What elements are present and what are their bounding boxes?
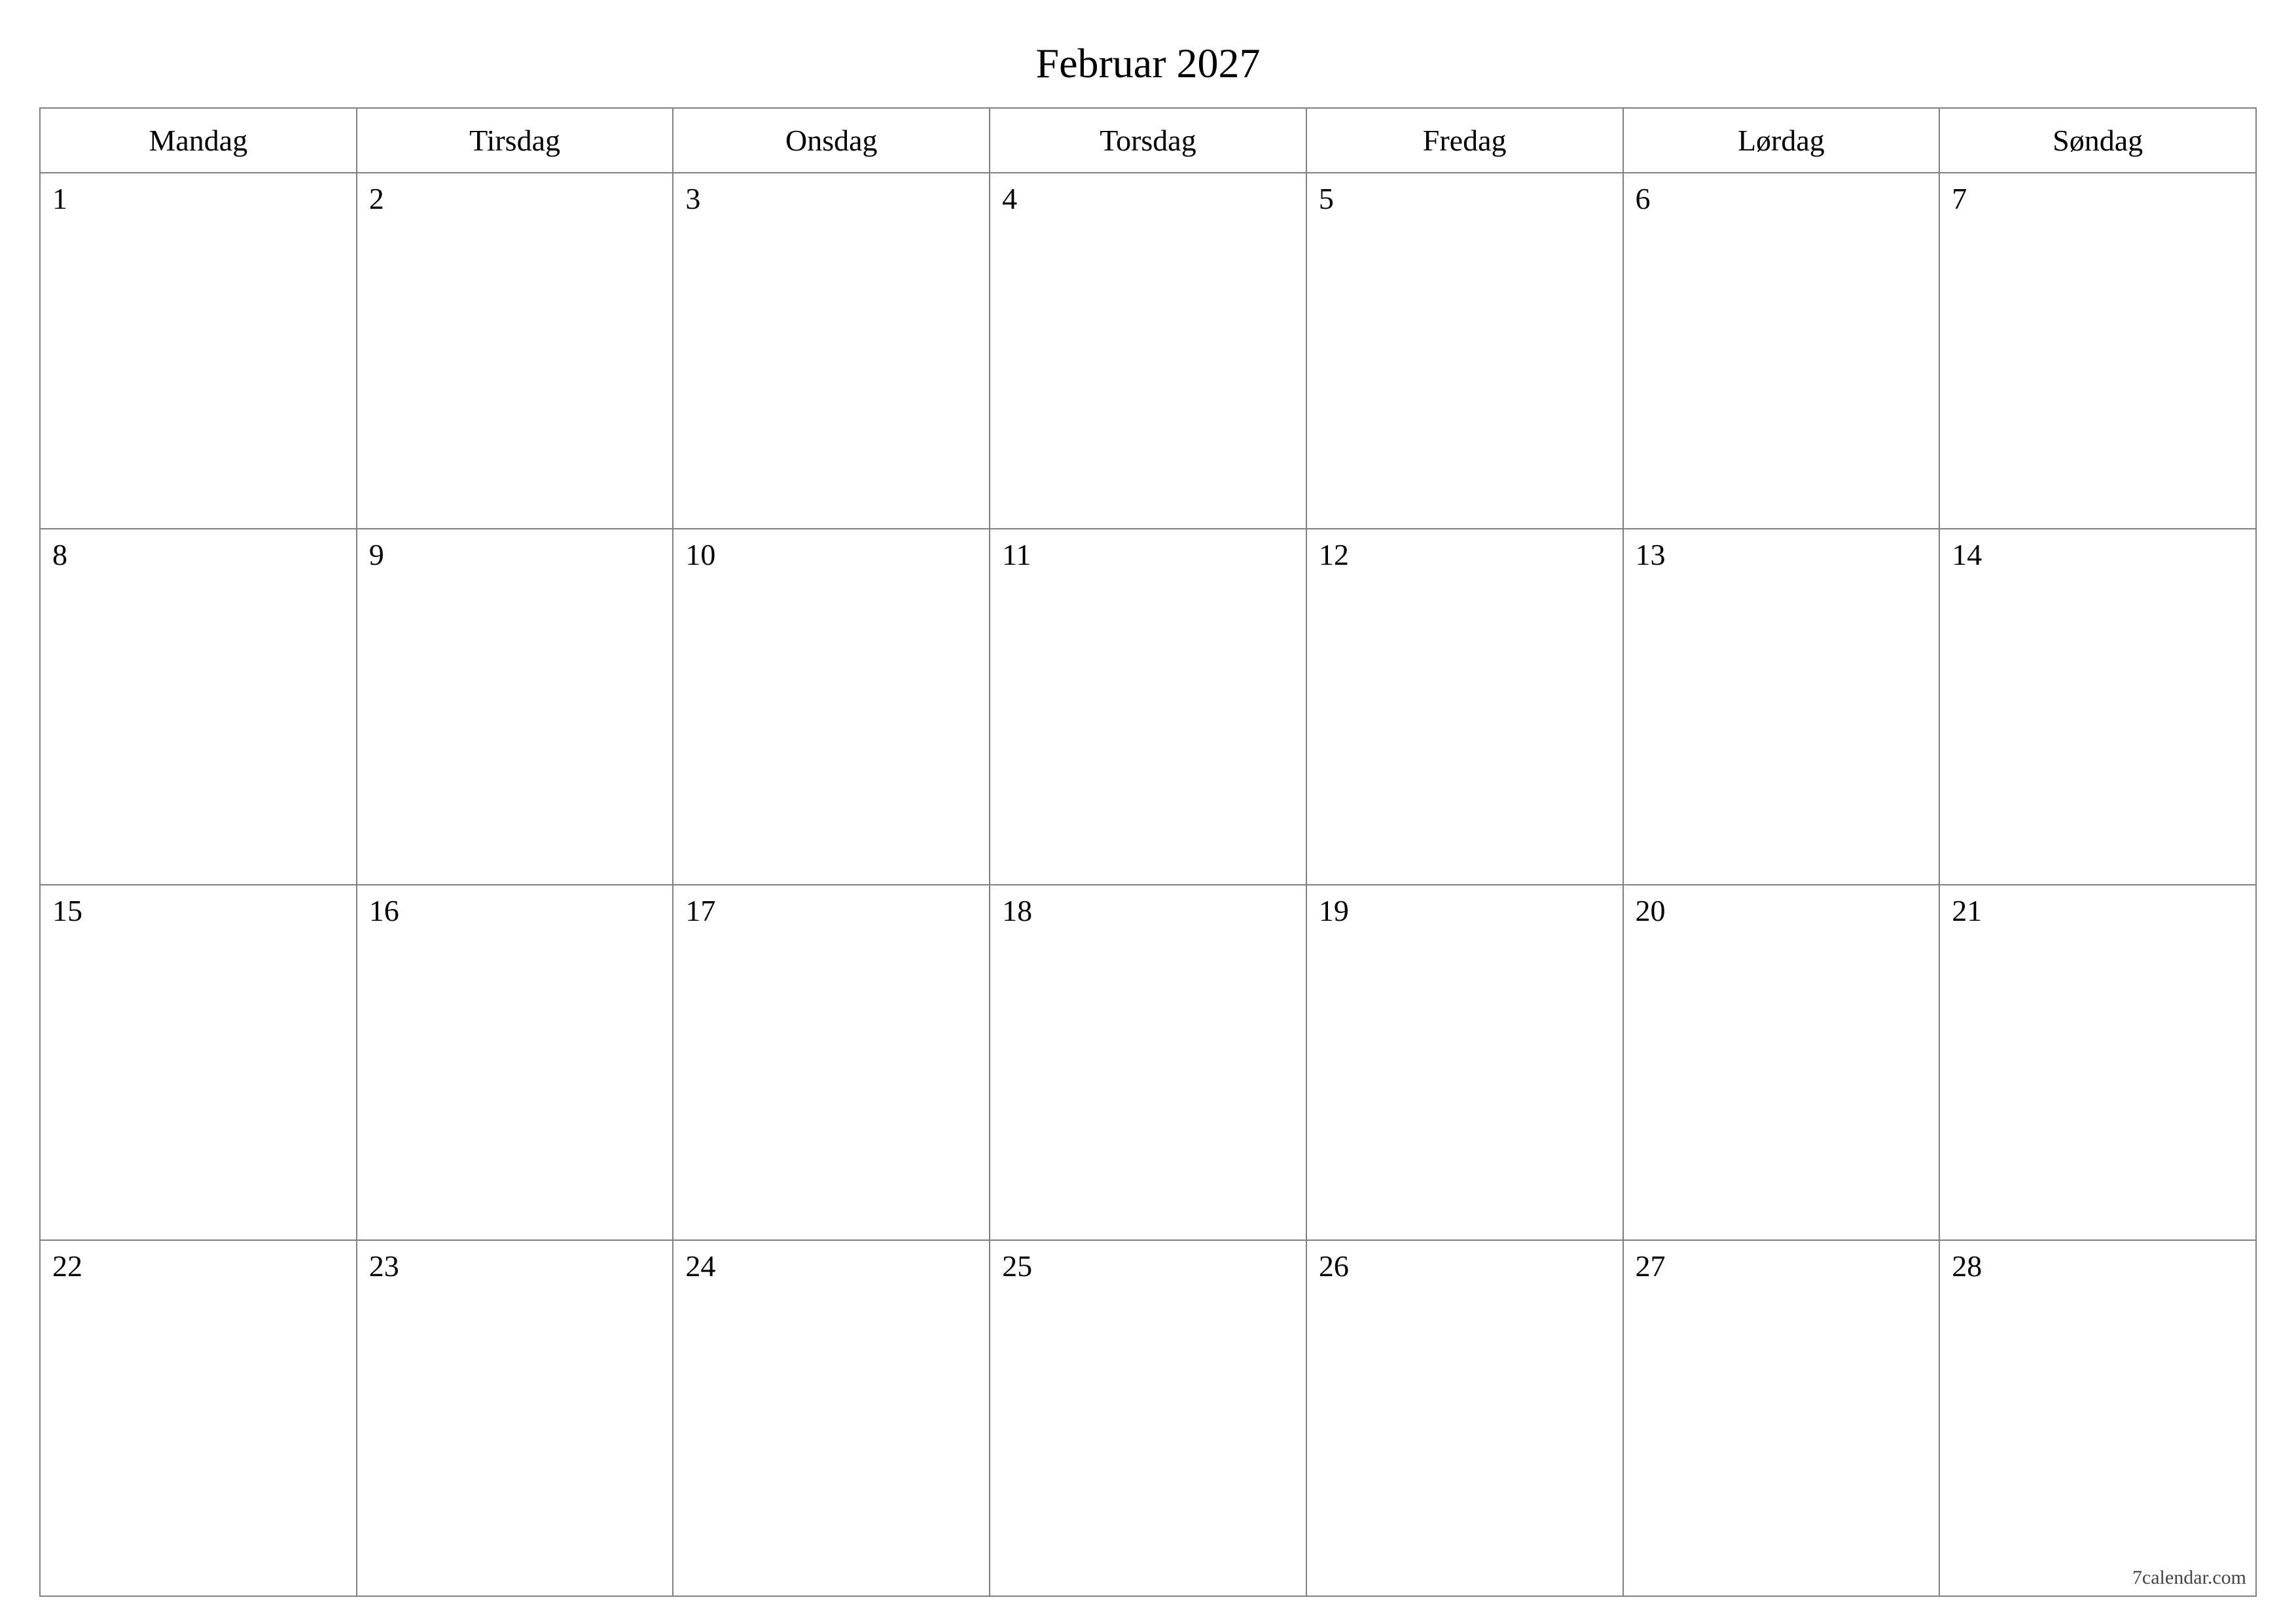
day-cell: 14 [1939, 529, 2256, 885]
weekday-header-row: Mandag Tirsdag Onsdag Torsdag Fredag Lør… [40, 108, 2256, 173]
weekday-header: Onsdag [673, 108, 990, 173]
day-number: 13 [1636, 537, 1666, 572]
day-cell: 13 [1623, 529, 1940, 885]
day-number: 20 [1636, 893, 1666, 928]
day-cell: 24 [673, 1240, 990, 1596]
week-row: 22 23 24 25 26 27 28 7calendar.com [40, 1240, 2256, 1596]
weekday-header: Torsdag [990, 108, 1306, 173]
day-number: 7 [1952, 181, 1967, 216]
day-cell: 19 [1306, 885, 1623, 1241]
day-number: 26 [1319, 1249, 1349, 1283]
day-number: 19 [1319, 893, 1349, 928]
day-cell: 23 [357, 1240, 673, 1596]
day-number: 17 [685, 893, 715, 928]
day-number: 9 [369, 537, 384, 572]
day-cell: 22 [40, 1240, 357, 1596]
calendar-table: Mandag Tirsdag Onsdag Torsdag Fredag Lør… [39, 107, 2257, 1597]
day-number: 18 [1002, 893, 1032, 928]
week-row: 1 2 3 4 5 6 7 [40, 173, 2256, 529]
day-number: 11 [1002, 537, 1031, 572]
day-number: 25 [1002, 1249, 1032, 1283]
day-number: 8 [52, 537, 67, 572]
day-cell: 25 [990, 1240, 1306, 1596]
day-cell: 20 [1623, 885, 1940, 1241]
day-cell: 4 [990, 173, 1306, 529]
day-number: 5 [1319, 181, 1334, 216]
day-number: 10 [685, 537, 715, 572]
day-cell: 10 [673, 529, 990, 885]
day-number: 3 [685, 181, 700, 216]
day-cell: 26 [1306, 1240, 1623, 1596]
day-number: 23 [369, 1249, 399, 1283]
day-number: 6 [1636, 181, 1651, 216]
day-number: 21 [1952, 893, 1982, 928]
day-cell: 21 [1939, 885, 2256, 1241]
day-number: 4 [1002, 181, 1017, 216]
footer-credit: 7calendar.com [2132, 1567, 2246, 1589]
weekday-header: Tirsdag [357, 108, 673, 173]
day-cell: 5 [1306, 173, 1623, 529]
day-number: 12 [1319, 537, 1349, 572]
day-cell: 17 [673, 885, 990, 1241]
weekday-header: Fredag [1306, 108, 1623, 173]
calendar-title: Februar 2027 [39, 39, 2257, 88]
day-number: 16 [369, 893, 399, 928]
day-cell: 3 [673, 173, 990, 529]
day-cell: 27 [1623, 1240, 1940, 1596]
day-number: 28 [1952, 1249, 1982, 1283]
day-cell: 9 [357, 529, 673, 885]
day-cell: 2 [357, 173, 673, 529]
weekday-header: Lørdag [1623, 108, 1940, 173]
day-cell: 12 [1306, 529, 1623, 885]
day-number: 2 [369, 181, 384, 216]
week-row: 15 16 17 18 19 20 21 [40, 885, 2256, 1241]
day-number: 15 [52, 893, 82, 928]
day-cell: 11 [990, 529, 1306, 885]
day-cell: 8 [40, 529, 357, 885]
day-cell: 7 [1939, 173, 2256, 529]
day-cell: 15 [40, 885, 357, 1241]
day-number: 27 [1636, 1249, 1666, 1283]
weekday-header: Mandag [40, 108, 357, 173]
day-cell: 18 [990, 885, 1306, 1241]
day-number: 22 [52, 1249, 82, 1283]
day-number: 24 [685, 1249, 715, 1283]
day-cell: 1 [40, 173, 357, 529]
day-cell: 16 [357, 885, 673, 1241]
day-cell: 6 [1623, 173, 1940, 529]
day-cell: 28 7calendar.com [1939, 1240, 2256, 1596]
weekday-header: Søndag [1939, 108, 2256, 173]
day-number: 1 [52, 181, 67, 216]
week-row: 8 9 10 11 12 13 14 [40, 529, 2256, 885]
day-number: 14 [1952, 537, 1982, 572]
